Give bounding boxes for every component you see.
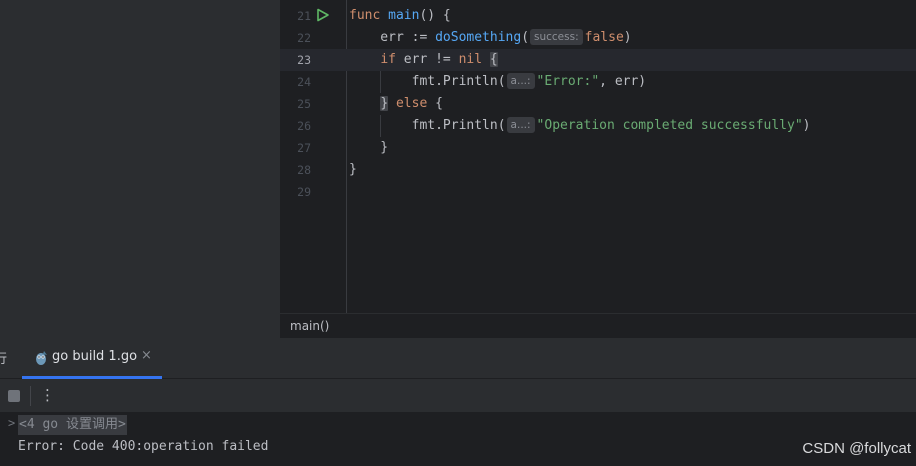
run-toolbar: ⋮ bbox=[0, 379, 916, 412]
watermark: CSDN @follycat bbox=[802, 440, 911, 457]
stop-icon[interactable] bbox=[8, 390, 20, 402]
code-text: { bbox=[427, 96, 443, 111]
line-number: 28 bbox=[297, 163, 311, 177]
code-text: ( bbox=[521, 30, 530, 45]
code-line-24[interactable]: fmt.Println(a...: "Error:", err) bbox=[349, 71, 646, 93]
keyword: nil bbox=[458, 52, 483, 67]
function-name: main bbox=[388, 8, 420, 23]
line-number: 25 bbox=[297, 97, 311, 111]
code-text: fmt.Println( bbox=[349, 118, 506, 133]
code-text: ) bbox=[802, 118, 811, 133]
line-number: 26 bbox=[297, 119, 311, 133]
code-text: fmt.Println( bbox=[349, 74, 506, 89]
code-line-22[interactable]: err := doSomething(success: false) bbox=[349, 27, 632, 49]
keyword: false bbox=[584, 30, 624, 45]
code-text: () { bbox=[419, 8, 451, 23]
tab-label: go build 1.go bbox=[52, 349, 138, 364]
code-text: } bbox=[349, 162, 357, 177]
code-line-26[interactable]: fmt.Println(a...: "Operation completed su… bbox=[349, 115, 810, 137]
chevron-right-icon[interactable]: > bbox=[8, 416, 15, 430]
line-number: 29 bbox=[297, 185, 311, 199]
code-text: ) bbox=[623, 30, 632, 45]
tab-go-build[interactable]: go build 1.go × bbox=[22, 338, 162, 379]
folded-console-lines[interactable]: <4 go 设置调用> bbox=[18, 415, 127, 435]
matched-brace: } bbox=[380, 96, 389, 111]
close-icon[interactable]: × bbox=[141, 348, 152, 363]
run-tool-window-tabs: 行 go build 1.go × bbox=[0, 338, 916, 379]
line-number: 21 bbox=[297, 9, 311, 23]
keyword: func bbox=[349, 8, 381, 23]
breadcrumb[interactable]: main() bbox=[290, 314, 329, 338]
code-line-28[interactable]: } bbox=[349, 159, 357, 181]
matched-brace: { bbox=[489, 52, 498, 67]
function-call: doSomething bbox=[435, 30, 522, 45]
code-text: err := bbox=[349, 30, 436, 45]
toolbar-divider bbox=[30, 386, 31, 406]
tab-partial[interactable]: 行 bbox=[0, 348, 7, 367]
parameter-hint: a...: bbox=[506, 117, 535, 133]
code-line-25[interactable]: } else { bbox=[349, 93, 443, 115]
string-literal: "Operation completed successfully" bbox=[536, 118, 803, 133]
parameter-hint: a...: bbox=[506, 73, 535, 89]
keyword: else bbox=[395, 96, 428, 111]
console-line: Error: Code 400:operation failed bbox=[18, 439, 269, 454]
code-text: , err) bbox=[599, 74, 647, 89]
run-gutter-icon[interactable] bbox=[316, 8, 330, 22]
go-gopher-icon bbox=[36, 351, 47, 365]
keyword: if bbox=[380, 52, 396, 67]
line-number: 22 bbox=[297, 31, 311, 45]
code-line-27[interactable]: } bbox=[349, 137, 388, 159]
code-text: err != bbox=[395, 52, 459, 67]
line-number: 24 bbox=[297, 75, 311, 89]
code-text: } bbox=[349, 140, 389, 155]
code-line-21[interactable]: func main() { bbox=[349, 5, 451, 27]
breadcrumb-bar: main() bbox=[280, 313, 916, 338]
code-line-23[interactable]: if err != nil { bbox=[349, 49, 498, 71]
project-panel bbox=[0, 0, 280, 338]
parameter-hint: success: bbox=[530, 29, 583, 45]
more-options-icon[interactable]: ⋮ bbox=[40, 385, 55, 405]
line-number: 27 bbox=[297, 141, 311, 155]
console-output[interactable]: > <4 go 设置调用> Error: Code 400:operation … bbox=[0, 412, 916, 466]
string-literal: "Error:" bbox=[536, 74, 600, 89]
line-number-current: 23 bbox=[297, 53, 311, 67]
